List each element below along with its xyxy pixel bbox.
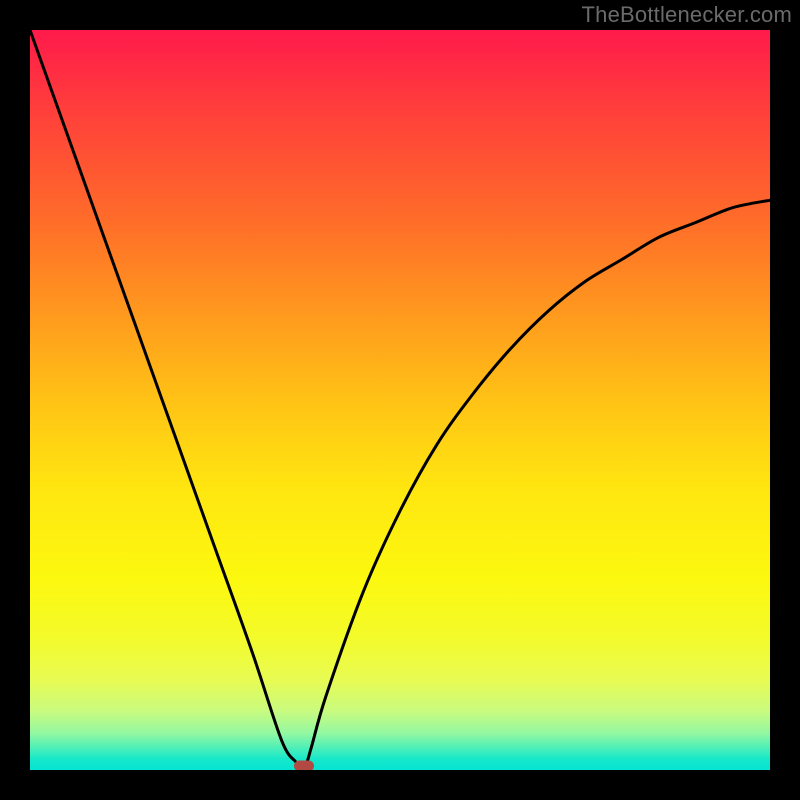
minimum-marker bbox=[294, 761, 314, 771]
chart-frame: TheBottlenecker.com bbox=[0, 0, 800, 800]
plot-area bbox=[30, 30, 770, 770]
bottleneck-curve bbox=[30, 30, 770, 770]
watermark-text: TheBottlenecker.com bbox=[582, 2, 792, 28]
curve-path bbox=[30, 30, 770, 770]
